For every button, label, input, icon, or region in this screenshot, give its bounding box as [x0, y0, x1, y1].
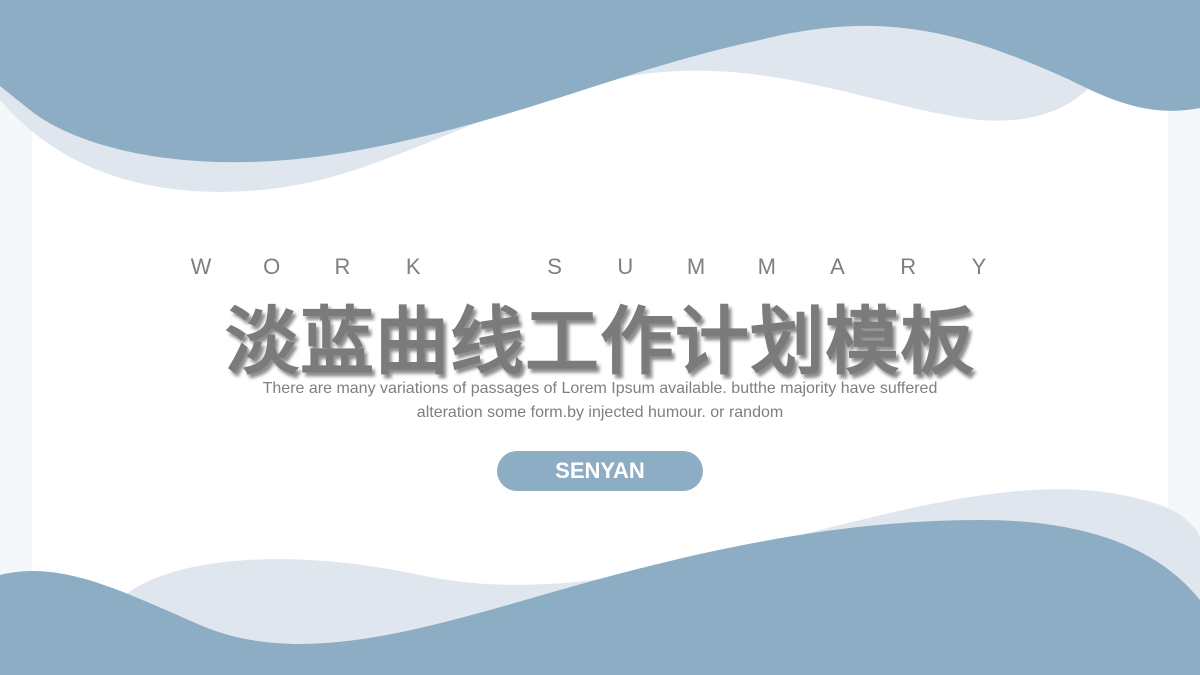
- header-letter: W: [190, 254, 212, 279]
- header-letter: O: [263, 254, 281, 279]
- page-title: 淡蓝曲线工作计划模板: [225, 299, 975, 385]
- slide: W O R K S U M M A R Y 淡蓝曲线工作计划模板 There a…: [0, 0, 1200, 675]
- description-line-2: alteration some form.by injected humour.…: [416, 404, 784, 421]
- header-letter: A: [830, 254, 845, 279]
- header-letter: K: [405, 254, 421, 279]
- header-letter: R: [900, 254, 917, 279]
- description: There are many variations of passages of…: [150, 377, 1050, 425]
- description-line-1: There are many variations of passages of…: [262, 380, 938, 397]
- header-en: W O R K S U M M A R Y: [190, 254, 990, 280]
- senyan-button[interactable]: SENYAN: [497, 451, 703, 491]
- slide-content: W O R K S U M M A R Y 淡蓝曲线工作计划模板 There a…: [0, 0, 1200, 675]
- header-letter: U: [617, 254, 634, 279]
- header-letter: [473, 254, 495, 280]
- header-letter: R: [334, 254, 351, 279]
- header-letter: Y: [971, 254, 987, 279]
- header-letter: M: [757, 254, 776, 279]
- header-letter: S: [547, 254, 562, 279]
- header-letter: M: [686, 254, 706, 279]
